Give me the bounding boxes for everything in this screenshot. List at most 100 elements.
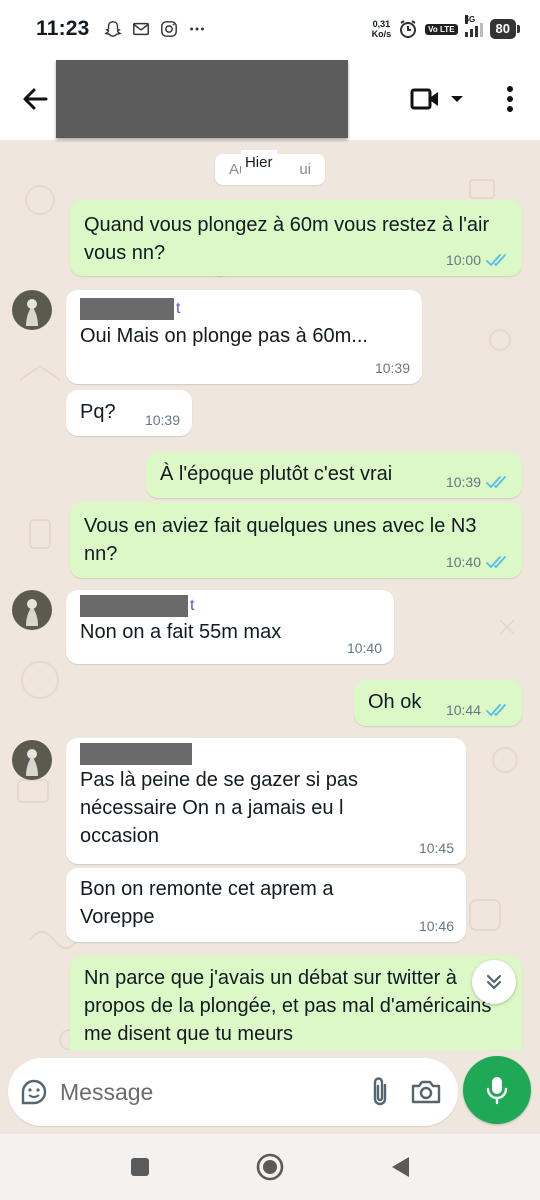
read-ticks-icon	[486, 254, 506, 267]
scroll-to-bottom-button[interactable]	[472, 960, 516, 1004]
message-time: 10:46	[418, 918, 454, 934]
sender-name-suffix: t	[176, 300, 181, 317]
sender-avatar[interactable]	[12, 590, 52, 630]
voice-message-button[interactable]	[463, 1056, 531, 1124]
snapchat-icon	[103, 21, 122, 37]
status-bar: 11:23 0,31 Ko/s Vo LTE 5G 80	[0, 0, 540, 58]
sender-avatar[interactable]	[12, 740, 52, 780]
sender-name-redacted	[80, 298, 174, 320]
sender-name	[80, 742, 452, 766]
attach-button[interactable]	[356, 1076, 403, 1108]
message-text: Quand vous plongez à 60m vous restez à l…	[84, 214, 490, 264]
network-speed-value: 0,31	[372, 19, 391, 29]
message-time: 10:40	[445, 554, 481, 570]
sender-name-redacted	[80, 743, 192, 765]
system-icons: 0,31 Ko/s Vo LTE 5G 80	[372, 15, 521, 39]
message-time: 10:39	[445, 474, 481, 490]
recents-square-icon	[131, 1158, 149, 1176]
message-meta: 10:44	[446, 702, 510, 718]
sender-name: t	[80, 594, 380, 618]
message-text: Non on a fait 55m max	[80, 621, 282, 643]
signal-icon: 5G	[464, 15, 483, 37]
message-text: Vous en aviez fait quelques unes avec le…	[84, 515, 477, 565]
contact-name-redacted[interactable]	[56, 60, 348, 138]
message-meta: 10:46	[419, 918, 454, 934]
message-time: 10:00	[445, 252, 481, 268]
battery-icon: 80	[489, 19, 521, 39]
notification-icons	[103, 20, 206, 38]
message-meta: 10:39	[375, 360, 410, 376]
video-call-button[interactable]	[410, 87, 464, 111]
sticker-icon	[21, 1079, 47, 1105]
chat-header	[0, 58, 540, 140]
overflow-menu-button[interactable]	[492, 58, 528, 140]
overflow-menu-icon	[507, 86, 513, 112]
video-call-icon	[410, 88, 438, 110]
network-speed: 0,31 Ko/s	[372, 19, 392, 39]
message-text: Oui Mais on plonge pas à 60m...	[80, 325, 368, 347]
status-time: 11:23	[36, 17, 90, 40]
back-arrow-icon	[23, 88, 48, 110]
message-time: 10:45	[418, 840, 454, 856]
network-speed-unit: Ko/s	[371, 29, 392, 39]
message-incoming[interactable]: t Oui Mais on plonge pas à 60m... 10:39	[66, 290, 422, 384]
read-ticks-icon	[486, 476, 506, 489]
dropdown-icon	[451, 96, 463, 102]
recents-button[interactable]	[120, 1147, 160, 1187]
more-dots-icon	[189, 27, 204, 31]
message-input[interactable]	[60, 1078, 357, 1106]
message-time: 10:40	[346, 640, 382, 656]
message-incoming[interactable]: t Non on a fait 55m max 10:40	[66, 590, 394, 664]
message-meta: 10:39	[446, 474, 510, 490]
message-outgoing[interactable]: Vous en aviez fait quelques unes avec le…	[70, 502, 522, 578]
sender-name-suffix: t	[190, 597, 195, 614]
sender-name: t	[80, 296, 408, 322]
sender-avatar[interactable]	[12, 290, 52, 330]
message-outgoing[interactable]: Quand vous plongez à 60m vous restez à l…	[70, 200, 522, 276]
avatar-image	[26, 299, 38, 326]
message-incoming[interactable]: Pq? 10:39	[66, 390, 192, 436]
attach-icon	[373, 1077, 386, 1106]
message-outgoing[interactable]: Nn parce que j'avais un débat sur twitte…	[70, 956, 522, 1060]
avatar-image	[26, 599, 38, 626]
camera-button[interactable]	[403, 1078, 450, 1106]
message-incoming[interactable]: Bon on remonte cet aprem a Voreppe 10:46	[66, 868, 466, 942]
message-text: Oh ok	[368, 691, 422, 713]
message-text: Pq?	[80, 401, 116, 423]
sticker-button[interactable]	[8, 1077, 60, 1107]
message-text: Pas là peine de se gazer si pas nécessai…	[80, 769, 358, 847]
message-incoming[interactable]: Pas là peine de se gazer si pas nécessai…	[66, 738, 466, 864]
mic-icon	[486, 1077, 508, 1105]
date-chip: Au ui Hier	[214, 150, 326, 185]
sender-name-redacted	[80, 595, 188, 617]
read-ticks-icon	[486, 704, 506, 717]
message-input-container	[8, 1058, 458, 1126]
double-chevron-down-icon	[486, 974, 502, 990]
message-text: Bon on remonte cet aprem a Voreppe	[80, 878, 334, 928]
read-ticks-icon	[486, 556, 506, 569]
mail-icon	[132, 22, 149, 36]
message-outgoing[interactable]: Oh ok 10:44	[354, 680, 522, 726]
home-circle-icon	[256, 1153, 284, 1181]
message-time: 10:44	[445, 702, 481, 718]
system-back-button[interactable]	[380, 1147, 420, 1187]
message-meta: 10:00	[446, 252, 510, 268]
network-type: 5G	[464, 15, 476, 24]
chat-area[interactable]: Au ui Hier Quand vous plongez à 60m vous …	[0, 140, 540, 1060]
avatar-image	[26, 749, 38, 776]
message-time: 10:39	[374, 360, 410, 376]
instagram-icon	[160, 21, 177, 37]
camera-icon	[412, 1080, 441, 1104]
message-time: 10:39	[144, 412, 180, 428]
home-button[interactable]	[250, 1147, 290, 1187]
message-meta: 10:45	[419, 840, 454, 856]
sticky-date-label: Hier	[240, 150, 277, 175]
message-meta: 10:40	[347, 640, 382, 656]
message-meta: 10:40	[446, 554, 510, 570]
message-text: À l'époque plutôt c'est vrai	[160, 463, 393, 485]
message-outgoing[interactable]: À l'époque plutôt c'est vrai 10:39	[146, 452, 522, 498]
alarm-icon	[400, 20, 417, 38]
message-composer	[0, 1050, 540, 1134]
volte-icon: Vo LTE	[425, 23, 458, 35]
back-triangle-icon	[392, 1157, 409, 1177]
